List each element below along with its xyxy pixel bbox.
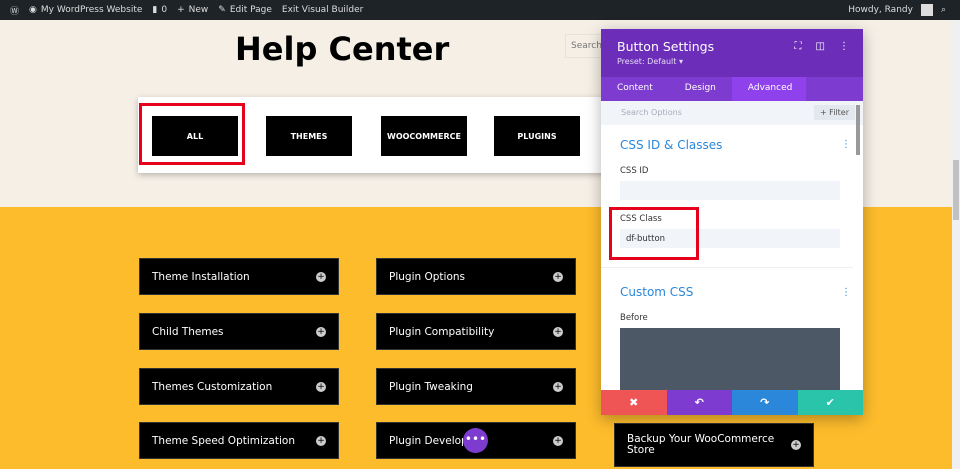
plus-icon: + bbox=[553, 435, 563, 446]
page-title: Help Center bbox=[235, 30, 450, 68]
section-css-id-classes[interactable]: CSS ID & Classes bbox=[620, 138, 722, 152]
cancel-button[interactable]: ✖ bbox=[601, 390, 667, 415]
plus-icon: + bbox=[316, 435, 326, 446]
css-id-input[interactable] bbox=[620, 181, 840, 200]
panel-tabs: Content Design Advanced bbox=[601, 77, 863, 101]
tab-design[interactable]: Design bbox=[669, 77, 732, 101]
undo-button[interactable]: ↶ bbox=[666, 390, 732, 415]
scrollbar-thumb[interactable] bbox=[953, 160, 959, 220]
search-icon[interactable]: ⌕ bbox=[941, 5, 946, 15]
page-scrollbar[interactable] bbox=[952, 20, 960, 469]
filter-plugins-button[interactable]: PLUGINS bbox=[494, 116, 580, 156]
plus-icon: + bbox=[553, 381, 563, 392]
fullscreen-icon[interactable]: ⛶ bbox=[795, 41, 802, 52]
dashboard-icon: ◉ bbox=[29, 5, 37, 15]
save-button[interactable]: ✔ bbox=[797, 390, 863, 415]
accordion-item[interactable]: Plugin Compatibility + bbox=[376, 313, 576, 350]
accordion-item[interactable]: Theme Installation + bbox=[139, 258, 339, 295]
redo-icon: ↷ bbox=[760, 396, 770, 409]
dock-icon[interactable]: ◫ bbox=[816, 41, 825, 52]
pencil-icon: ✎ bbox=[218, 5, 226, 15]
filter-woocommerce-button[interactable]: WOOCOMMERCE bbox=[381, 116, 467, 156]
tab-content[interactable]: Content bbox=[601, 77, 669, 101]
howdy-user[interactable]: Howdy, Randy bbox=[848, 5, 913, 15]
before-css-editor[interactable] bbox=[620, 328, 840, 390]
panel-actions: ✖ ↶ ↷ ✔ bbox=[601, 390, 863, 415]
filter-button[interactable]: + Filter bbox=[813, 105, 855, 120]
plus-icon: + bbox=[177, 5, 185, 15]
kebab-menu-icon[interactable]: ⋮ bbox=[839, 41, 849, 52]
section-menu-icon[interactable]: ⋮ bbox=[841, 287, 851, 298]
undo-icon: ↶ bbox=[694, 396, 704, 409]
new-link[interactable]: + New bbox=[177, 5, 208, 15]
plus-icon: + bbox=[316, 381, 326, 392]
accordion-item[interactable]: Themes Customization + bbox=[139, 368, 339, 405]
redo-button[interactable]: ↷ bbox=[732, 390, 798, 415]
section-custom-css[interactable]: Custom CSS bbox=[620, 285, 693, 299]
plus-icon: + bbox=[316, 271, 326, 282]
section-menu-icon[interactable]: ⋮ bbox=[841, 139, 851, 150]
more-options-button[interactable]: ••• bbox=[463, 428, 488, 453]
divider bbox=[601, 267, 853, 268]
comments-link[interactable]: ▮ 0 bbox=[152, 5, 167, 15]
accordion-item[interactable]: Plugin Options + bbox=[376, 258, 576, 295]
accordion-item[interactable]: Backup Your WooCommerce Store + bbox=[614, 423, 814, 467]
tab-advanced[interactable]: Advanced bbox=[731, 77, 806, 101]
accordion-item[interactable]: Theme Speed Optimization + bbox=[139, 422, 339, 459]
search-options-input[interactable]: Search Options + Filter bbox=[601, 101, 863, 125]
site-name-link[interactable]: ◉ My WordPress Website bbox=[29, 5, 142, 15]
avatar[interactable] bbox=[920, 4, 933, 16]
close-icon: ✖ bbox=[629, 396, 639, 409]
exit-visual-builder-link[interactable]: Exit Visual Builder bbox=[282, 5, 363, 15]
plus-icon: + bbox=[553, 271, 563, 282]
panel-scrollbar[interactable] bbox=[856, 105, 860, 155]
css-id-label: CSS ID bbox=[620, 166, 649, 176]
before-label: Before bbox=[620, 313, 648, 323]
check-icon: ✔ bbox=[825, 396, 835, 409]
wordpress-logo-icon[interactable]: Ⓦ bbox=[10, 4, 19, 17]
comment-icon: ▮ bbox=[152, 5, 158, 15]
filter-themes-button[interactable]: THEMES bbox=[266, 116, 352, 156]
highlight-box bbox=[609, 207, 699, 260]
plus-icon: + bbox=[791, 440, 801, 450]
plus-icon: + bbox=[553, 326, 563, 337]
admin-bar: Ⓦ ◉ My WordPress Website ▮ 0 + New ✎ Edit Pa… bbox=[0, 0, 960, 20]
accordion-item[interactable]: Plugin Tweaking + bbox=[376, 368, 576, 405]
panel-header: Button Settings Preset: Default ▾ ⛶ ◫ ⋮ bbox=[601, 29, 863, 77]
plus-icon: + bbox=[316, 326, 326, 337]
highlight-box bbox=[139, 103, 245, 165]
preset-dropdown[interactable]: Preset: Default ▾ bbox=[617, 57, 847, 66]
accordion-item[interactable]: Child Themes + bbox=[139, 313, 339, 350]
edit-page-link[interactable]: ✎ Edit Page bbox=[218, 5, 272, 15]
